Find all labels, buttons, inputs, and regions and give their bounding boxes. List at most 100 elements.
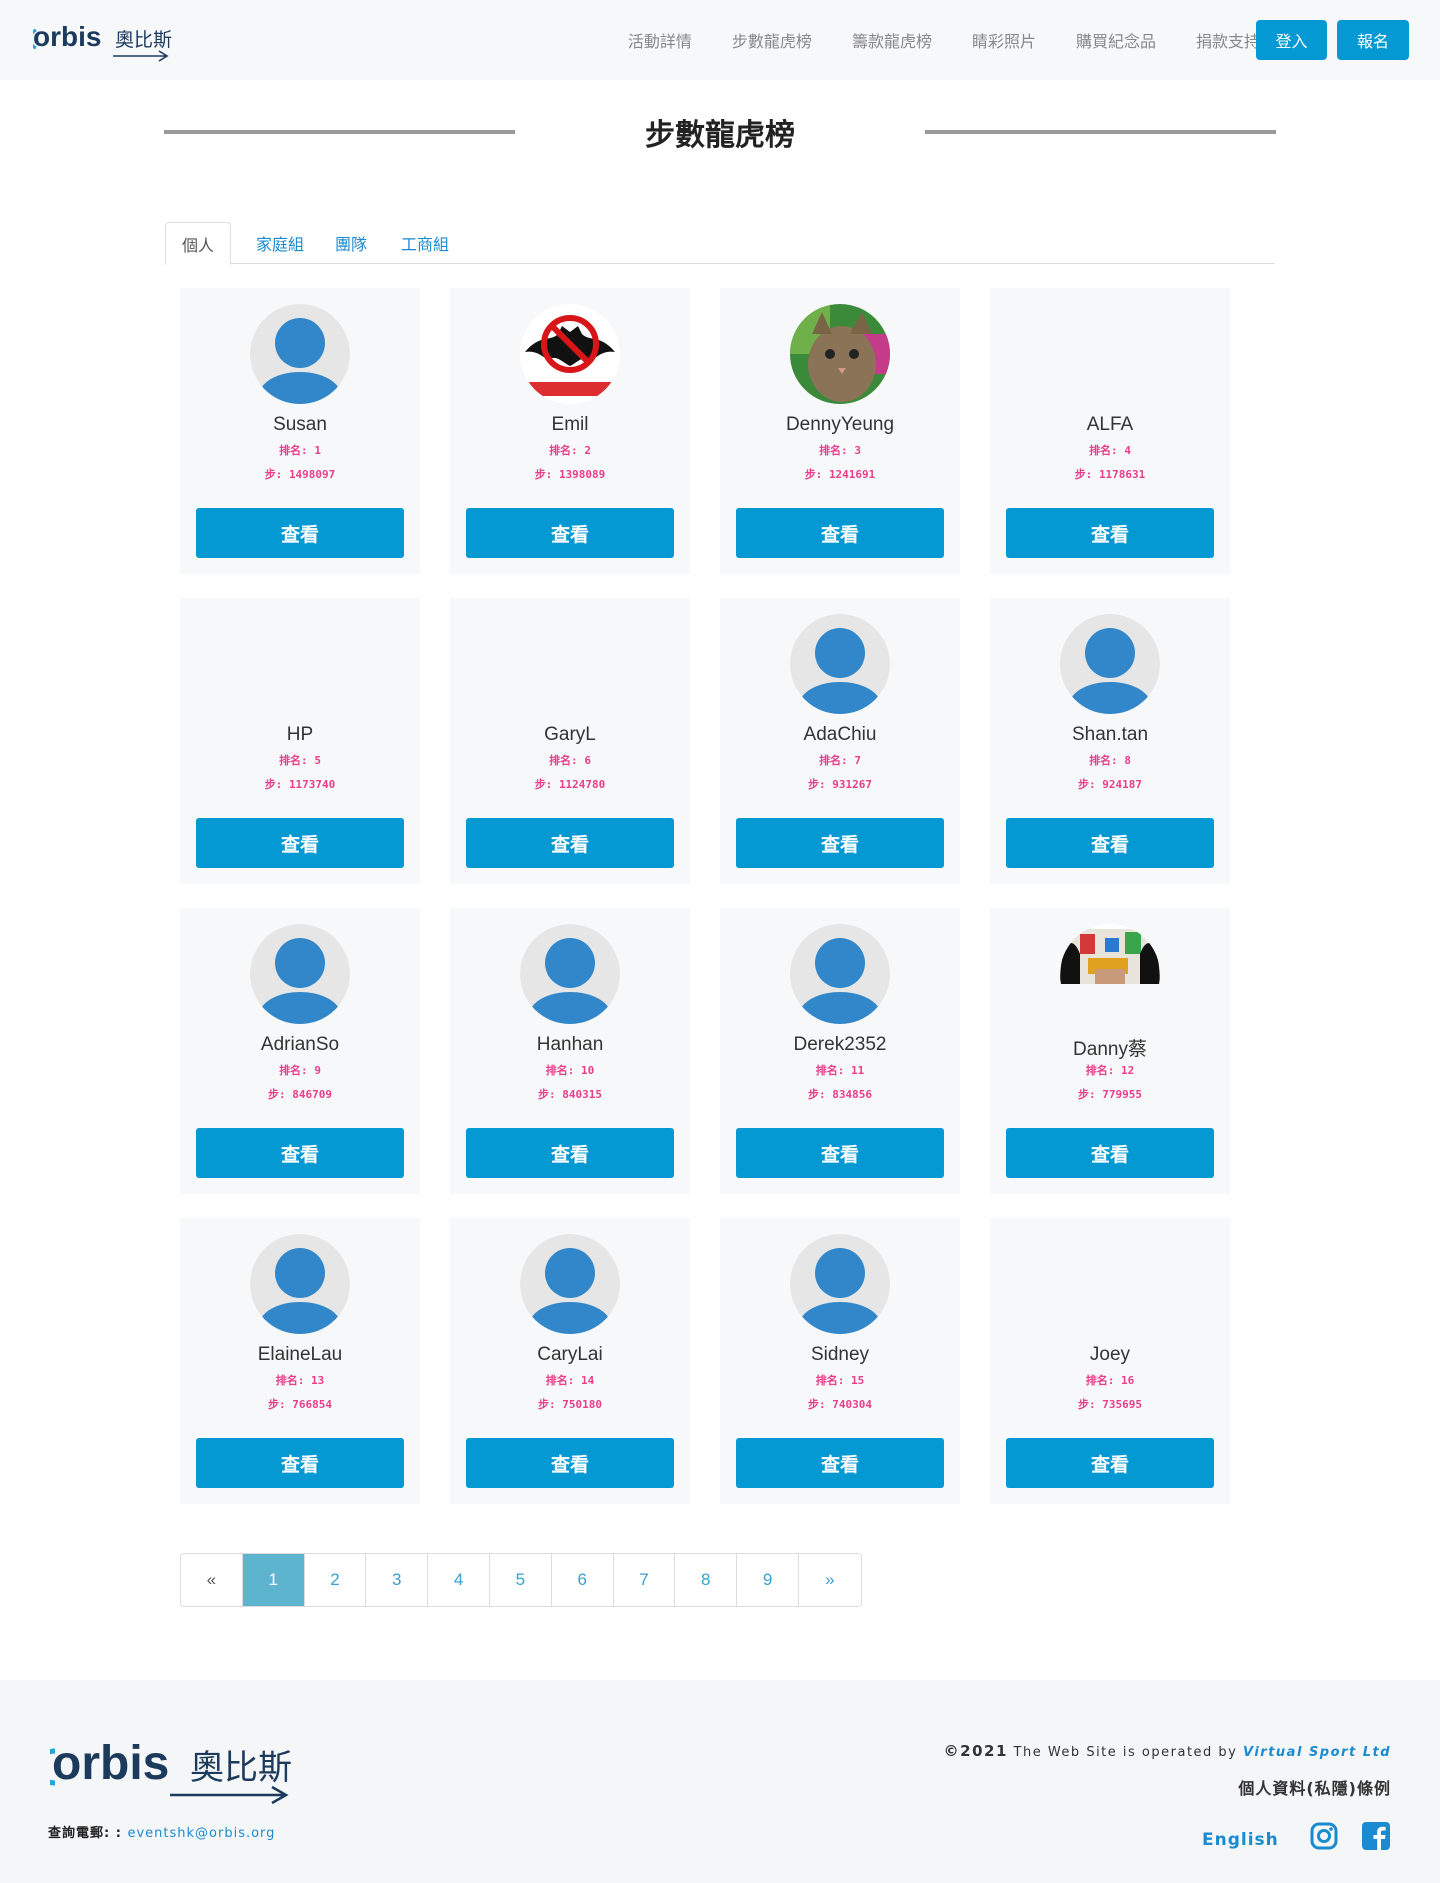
view-button[interactable]: 查看 (466, 818, 674, 868)
avatar (250, 1234, 350, 1334)
rank-label: 排名: (549, 754, 578, 767)
participant-steps: 步: 1241691 (720, 466, 960, 482)
rank-value: 2 (584, 444, 591, 457)
instagram-icon[interactable] (1310, 1822, 1338, 1850)
participant-rank: 排名: 12 (990, 1062, 1230, 1078)
pagination-page[interactable]: 9 (737, 1554, 799, 1606)
view-button[interactable]: 查看 (736, 1128, 944, 1178)
default-avatar-icon (520, 1234, 620, 1334)
login-button[interactable]: 登入 (1256, 20, 1327, 60)
pagination-page[interactable]: 8 (675, 1554, 738, 1606)
nav-link-steps-leaderboard[interactable]: 步數龍虎榜 (732, 28, 812, 52)
participant-name: GaryL (544, 724, 596, 745)
default-avatar-icon (250, 1234, 350, 1334)
participant-steps: 步: 1498097 (180, 466, 420, 482)
default-avatar-icon (1060, 614, 1160, 714)
steps-label: 步: (534, 778, 553, 791)
avatar (790, 614, 890, 714)
view-button[interactable]: 查看 (736, 1438, 944, 1488)
view-button[interactable]: 查看 (1006, 1128, 1214, 1178)
steps-value: 834856 (832, 1088, 872, 1101)
view-button[interactable]: 查看 (466, 508, 674, 558)
copyright-year: ©2021 (943, 1742, 1008, 1760)
orbis-logo-footer[interactable]: orbis 奧比斯 (50, 1733, 300, 1808)
orbis-logo[interactable]: orbis 奧比斯 (33, 18, 179, 64)
participant-name: Joey (1089, 1344, 1131, 1365)
view-button[interactable]: 查看 (466, 1128, 674, 1178)
view-button[interactable]: 查看 (1006, 1438, 1214, 1488)
steps-value: 924187 (1102, 778, 1142, 791)
nav-link-donate[interactable]: 捐款支持 (1196, 28, 1260, 52)
tab-individual[interactable]: 個人 (165, 222, 231, 265)
steps-value: 735695 (1102, 1398, 1142, 1411)
nav-link-photos[interactable]: 睛彩照片 (972, 28, 1036, 52)
leaderboard-card: Hanhan 排名: 10 步: 840315 查看 (450, 908, 690, 1194)
rank-label: 排名: (279, 1064, 308, 1077)
view-button[interactable]: 查看 (196, 1438, 404, 1488)
participant-steps: 步: 846709 (180, 1086, 420, 1102)
facebook-icon[interactable] (1362, 1822, 1390, 1850)
view-button[interactable]: 查看 (1006, 508, 1214, 558)
participant-steps: 步: 1173740 (180, 776, 420, 792)
steps-value: 779955 (1102, 1088, 1142, 1101)
leaderboard-card: GaryL 排名: 6 步: 1124780 查看 (450, 598, 690, 884)
participant-rank: 排名: 2 (450, 442, 690, 458)
participant-name: ElaineLau (257, 1344, 343, 1365)
rank-label: 排名: (819, 754, 848, 767)
pagination-page[interactable]: 2 (304, 1554, 367, 1606)
pagination-page[interactable]: 4 (428, 1554, 490, 1606)
avatar (520, 304, 620, 404)
leaderboard-card: AdaChiu 排名: 7 步: 931267 查看 (720, 598, 960, 884)
nav-link-buy-souvenirs[interactable]: 購買紀念品 (1076, 28, 1156, 52)
view-button[interactable]: 查看 (1006, 818, 1214, 868)
pagination-page[interactable]: 1 (242, 1554, 305, 1606)
pagination-prev[interactable]: « (181, 1554, 243, 1606)
participant-name: Shan.tan (1071, 724, 1149, 745)
nav-link-fundraising-leaderboard[interactable]: 籌款龍虎榜 (852, 28, 932, 52)
pagination-page[interactable]: 5 (489, 1554, 552, 1606)
participant-steps: 步: 1178631 (990, 466, 1230, 482)
default-avatar-icon (790, 614, 890, 714)
steps-label: 步: (808, 1088, 826, 1101)
pagination-page[interactable]: 6 (551, 1554, 614, 1606)
signup-button[interactable]: 報名 (1337, 20, 1409, 60)
rank-label: 排名: (819, 444, 848, 457)
pagination-page[interactable]: 7 (613, 1554, 676, 1606)
view-button[interactable]: 查看 (466, 1438, 674, 1488)
colorful-avatar-icon (1060, 924, 1160, 1024)
view-button[interactable]: 查看 (196, 1128, 404, 1178)
view-button[interactable]: 查看 (196, 818, 404, 868)
leaderboard-card: AdrianSo 排名: 9 步: 846709 查看 (180, 908, 420, 1194)
leaderboard-card: HP 排名: 5 步: 1173740 查看 (180, 598, 420, 884)
pagination-next[interactable]: » (798, 1554, 861, 1606)
rank-value: 5 (314, 754, 321, 767)
nav-link-event-details[interactable]: 活動詳情 (628, 28, 692, 52)
pagination: « 1 2 3 4 5 6 7 8 9 » (180, 1553, 862, 1607)
participant-name: Susan (273, 414, 327, 435)
avatar (250, 304, 350, 404)
rank-value: 12 (1121, 1064, 1135, 1077)
email-link[interactable]: eventshk@orbis.org (127, 1826, 275, 1841)
participant-steps: 步: 740304 (720, 1396, 960, 1412)
steps-label: 步: (1078, 778, 1096, 791)
pagination-page[interactable]: 3 (366, 1554, 429, 1606)
tab-corporate[interactable]: 工商組 (390, 222, 460, 264)
privacy-link[interactable]: 個人資料(私隱)條例 (1238, 1775, 1391, 1799)
operator-link[interactable]: Virtual Sport Ltd (1243, 1745, 1391, 1760)
tab-team[interactable]: 團隊 (325, 222, 377, 264)
tab-family[interactable]: 家庭組 (245, 222, 315, 264)
view-button[interactable]: 查看 (196, 508, 404, 558)
leaderboard-card: Shan.tan 排名: 8 步: 924187 查看 (990, 598, 1230, 884)
view-button[interactable]: 查看 (736, 508, 944, 558)
steps-value: 840315 (562, 1088, 602, 1101)
steps-label: 步: (1078, 1088, 1096, 1101)
language-switch[interactable]: English (1202, 1830, 1279, 1850)
leaderboard-card: ALFA 排名: 4 步: 1178631 查看 (990, 288, 1230, 574)
steps-label: 步: (268, 1398, 286, 1411)
steps-label: 步: (538, 1088, 556, 1101)
participant-rank: 排名: 10 (450, 1062, 690, 1078)
rank-value: 10 (581, 1064, 595, 1077)
participant-steps: 步: 735695 (990, 1396, 1230, 1412)
participant-steps: 步: 766854 (180, 1396, 420, 1412)
view-button[interactable]: 查看 (736, 818, 944, 868)
